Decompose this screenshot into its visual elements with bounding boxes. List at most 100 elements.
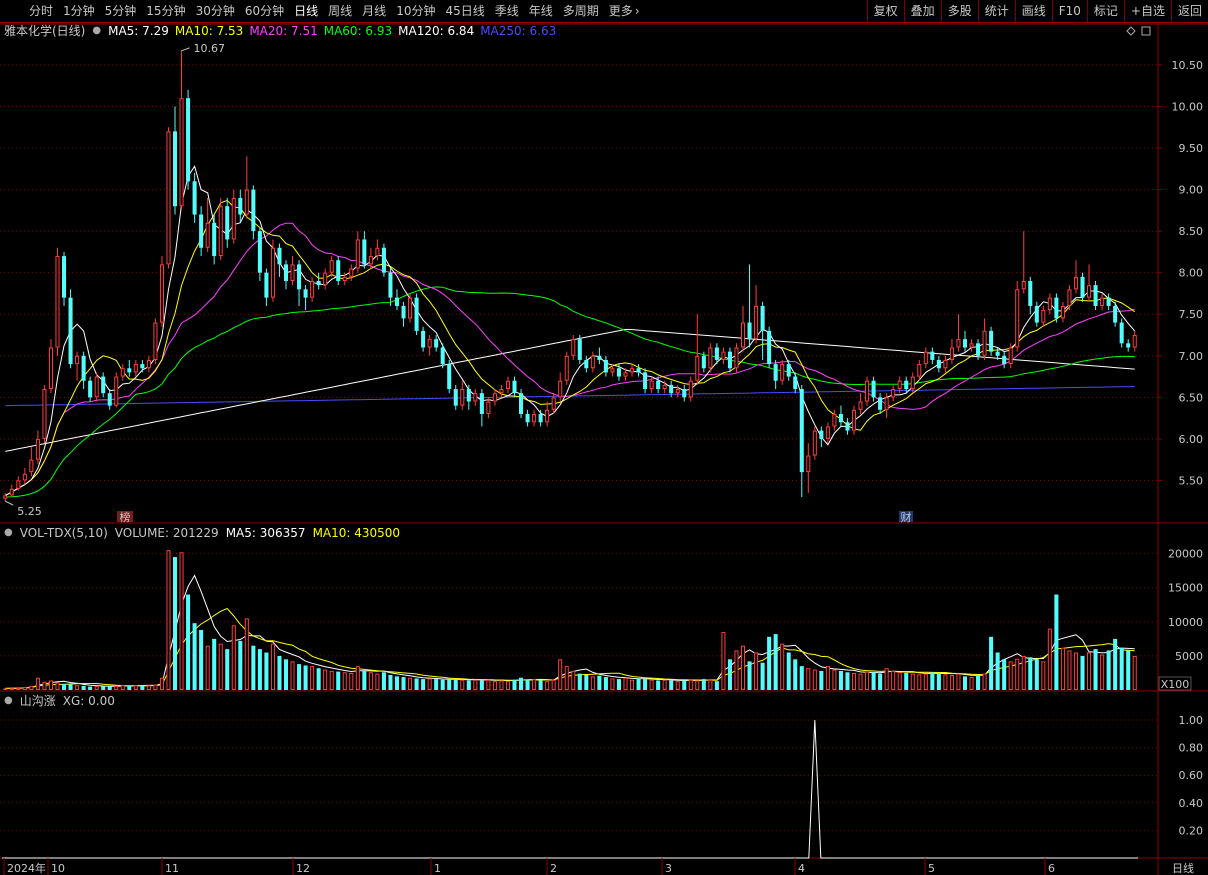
candle-body (1113, 305, 1118, 323)
candle (1028, 276, 1033, 315)
volume-bar (538, 680, 543, 690)
volume-bar (68, 684, 73, 690)
candle-body (688, 380, 693, 398)
volume-bar (120, 685, 125, 691)
candle (427, 335, 432, 356)
candle-body (1021, 281, 1026, 290)
candle (989, 326, 994, 356)
candle-body (917, 364, 922, 377)
x-tick-label: 11 (165, 862, 179, 875)
volume-bar (754, 652, 759, 690)
volume-bar (558, 659, 563, 690)
candle (865, 376, 870, 406)
candle (688, 376, 693, 402)
candle (982, 318, 987, 360)
candle (453, 384, 458, 410)
candle (270, 239, 275, 302)
candle-body (225, 206, 230, 240)
candle (486, 397, 491, 419)
candle-body (48, 347, 53, 390)
volume-bar (1002, 659, 1007, 690)
volume-bar (636, 678, 641, 690)
volume-bar (767, 636, 772, 690)
volume-bar (832, 669, 837, 691)
candle-body (81, 355, 86, 381)
x-tick-label: 3 (665, 862, 672, 875)
candle-body (1093, 285, 1098, 306)
volume-bar (682, 680, 687, 690)
candle (9, 484, 14, 498)
candle-body (962, 339, 968, 348)
volume-bar (283, 659, 289, 690)
candle-body (101, 376, 106, 394)
volume-bar (499, 680, 504, 690)
candle (336, 256, 341, 286)
candle-body (199, 214, 204, 248)
candle-body (362, 239, 367, 265)
candle-body (486, 401, 491, 414)
candle-body (923, 351, 928, 365)
volume-bar (532, 679, 537, 690)
candle-body (1100, 297, 1105, 306)
price-tick-label: 10.00 (1172, 100, 1204, 113)
candle-body (1132, 335, 1137, 348)
volume-bar (1008, 661, 1013, 691)
candle (590, 351, 595, 373)
candle (414, 293, 419, 336)
candle (218, 197, 223, 261)
high-pointer (181, 47, 190, 52)
candle (838, 405, 843, 427)
candle-body (427, 339, 432, 348)
candle (179, 50, 184, 211)
candle-body (590, 355, 595, 369)
volume-bar (721, 632, 726, 691)
candle-body (264, 272, 269, 298)
candle (786, 359, 791, 381)
volume-bar (740, 645, 746, 691)
kline-chart[interactable]: 10.50 10.00 9.50 9.00 8.50 8.00 7.50 7.00 6.50 6.… (0, 0, 1208, 875)
volume-bar (355, 666, 360, 690)
candle-body (662, 384, 667, 390)
candle-body (153, 322, 158, 360)
candle (225, 197, 230, 248)
volume-bar (205, 645, 210, 691)
volume-bar (277, 655, 282, 690)
candle (1002, 351, 1007, 369)
candle-body (845, 422, 850, 431)
candle-body (238, 197, 243, 215)
candle (244, 156, 249, 219)
candle-body (231, 197, 236, 240)
candle-body (976, 343, 981, 356)
candle-body (270, 247, 275, 298)
candle-body (323, 272, 328, 286)
volume-bar (88, 686, 93, 690)
volume-bar (1113, 638, 1118, 690)
candle-body (421, 330, 426, 348)
volume-bar (525, 679, 530, 690)
volume-bar (858, 673, 863, 690)
volume-bars (3, 550, 1137, 691)
x-tick-label: 12 (296, 862, 310, 875)
candle-body (884, 397, 889, 410)
volume-bar (42, 681, 47, 690)
candle-body (760, 305, 765, 331)
candle-body (943, 359, 948, 369)
volume-bar (806, 668, 811, 691)
candle (264, 268, 269, 306)
candle-body (408, 297, 413, 319)
volume-bar (238, 640, 243, 690)
candle (277, 243, 282, 277)
volume-bar (851, 672, 857, 690)
candle (140, 359, 145, 373)
candlestick-series (3, 50, 1137, 502)
ma5-line (5, 165, 1136, 496)
volume-bar (577, 673, 582, 690)
candle-body (825, 426, 830, 439)
candle (878, 393, 883, 414)
candle (492, 389, 497, 406)
candle-body (786, 364, 791, 377)
volume-bar (257, 649, 262, 690)
volume-bar (780, 643, 785, 690)
maximize-icon (1141, 26, 1151, 36)
volume-bar (825, 666, 830, 690)
